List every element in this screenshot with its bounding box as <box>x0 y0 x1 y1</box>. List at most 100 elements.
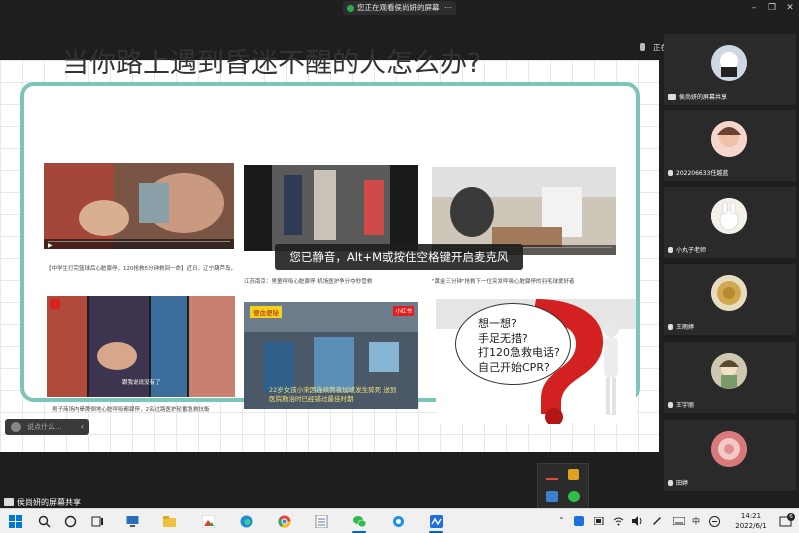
caption-1: 【中学生打完篮球后心脏骤停，120抢救5分钟救回一命】近日，辽宁葫芦岛，一名16… <box>46 266 234 272</box>
close-icon[interactable]: ✕ <box>783 2 797 14</box>
tray-overflow-popup <box>537 463 589 511</box>
minimize-icon[interactable]: – <box>747 2 761 14</box>
task-view-icon[interactable] <box>91 515 104 528</box>
play-icon[interactable]: ▶ <box>48 242 53 249</box>
avatar-image <box>711 353 747 389</box>
avatar <box>711 121 747 157</box>
system-clock[interactable]: 14:21 2022/6/1 <box>731 511 771 531</box>
title-bar: 您正在观看侯尚妍的屏幕 ⋯ – ❐ ✕ <box>0 0 799 16</box>
hospital-sign-overlay: 便血便秘 <box>250 306 282 318</box>
caption-3: "黄金三分钟"抢救下一位突发呼吸心脏骤停的羽毛球爱好者 <box>432 279 575 285</box>
bubble-line-2: 手足无措? <box>478 331 528 345</box>
volume-icon[interactable] <box>632 516 643 526</box>
badminton-cpr-photo <box>432 167 616 255</box>
video-thumbnail-3[interactable]: ▶ <box>432 167 616 255</box>
share-status-text: 您正在观看侯尚妍的屏幕 <box>357 3 440 12</box>
meeting-tray-icon[interactable] <box>546 491 558 502</box>
basketball-cpr-photo <box>44 163 234 249</box>
airport-rescue-photo <box>244 165 418 251</box>
qq-browser-icon[interactable] <box>392 515 405 528</box>
avatar <box>711 198 747 234</box>
participant-name: 202206633任越蓝 <box>668 168 728 177</box>
avatar <box>711 431 747 467</box>
participant-tile-2[interactable]: 202206633任越蓝 <box>664 110 796 181</box>
slide-title: 当你路上遇到昏迷不醒的人怎么办? <box>62 48 482 79</box>
sharer-label: 侯尚妍的屏幕共享 <box>4 497 81 508</box>
clock-time: 14:21 <box>740 512 762 520</box>
photo-app-icon[interactable] <box>202 515 215 528</box>
participant-tile-5[interactable]: 王宇丽 <box>664 342 796 413</box>
screen-share-icon <box>4 498 14 506</box>
app-tray-icon[interactable] <box>568 469 579 480</box>
mic-icon <box>668 324 673 330</box>
avatar <box>711 275 747 311</box>
meeting-tray-icon[interactable] <box>574 516 584 526</box>
bubble-line-3: 打120急救电话? <box>478 346 560 359</box>
avatar <box>711 45 747 81</box>
notification-center-icon[interactable]: 6 <box>779 513 795 528</box>
cortana-icon[interactable] <box>64 515 77 528</box>
participant-name: 田婷 <box>668 478 688 487</box>
video-thumbnail-1[interactable]: ▶ <box>44 163 234 249</box>
windows-start-icon[interactable] <box>9 515 22 528</box>
mic-icon <box>668 247 673 253</box>
mute-notification: 您已静音，Alt+M或按住空格键开启麦克风 <box>275 244 523 270</box>
collapse-chevron-icon[interactable]: ‹ <box>81 419 84 435</box>
wechat-icon[interactable] <box>353 515 366 528</box>
bubble-line-1: 想一想? <box>478 317 517 330</box>
video-subtitle-overlay: 22岁女孩小宋因连续熬夜加班发生猝死 送到医院救治时已经错过最佳时期 <box>269 386 397 403</box>
corner-tag-overlay: 小红书 <box>393 306 414 316</box>
ime-mode-icon[interactable] <box>709 516 720 527</box>
avatar-image <box>711 121 747 157</box>
search-icon[interactable] <box>38 515 51 528</box>
chat-input[interactable]: 说点什么... ‹ <box>5 419 89 435</box>
avatar <box>711 353 747 389</box>
participant-tile-4[interactable]: 王雨婷 <box>664 264 796 335</box>
participant-tile-6[interactable]: 田婷 <box>664 420 796 491</box>
share-status-icon <box>347 4 354 12</box>
pen-icon[interactable] <box>651 516 662 526</box>
share-status-pill[interactable]: 您正在观看侯尚妍的屏幕 ⋯ <box>343 1 456 15</box>
maximize-icon[interactable]: ❐ <box>765 2 779 14</box>
avatar-image <box>711 45 747 81</box>
mic-icon <box>668 402 673 408</box>
wifi-icon[interactable] <box>613 516 624 526</box>
thought-bubble-text: 想一想? 手足无措? 打120急救电话? 自己开始CPR? <box>478 317 560 375</box>
chat-icon <box>11 422 21 432</box>
chat-placeholder: 说点什么... <box>27 423 62 431</box>
document-app-icon[interactable] <box>315 515 328 528</box>
meeting-window: 您正在观看侯尚妍的屏幕 ⋯ – ❐ ✕ 当你路上遇到昏迷不醒的人怎么办? ▶ 【… <box>0 0 799 533</box>
edge-browser-icon[interactable] <box>240 515 253 528</box>
notification-count-badge: 6 <box>787 513 795 521</box>
caption-2: 江苏南京：男童呼吸心脏骤停 机场医护争分夺秒营救 <box>244 279 373 285</box>
battery-icon[interactable] <box>594 517 604 525</box>
avatar-image <box>711 275 747 311</box>
video-thumbnail-5[interactable]: 便血便秘 小红书 22岁女孩小宋因连续熬夜加班发生猝死 送到医院救治时已经错过最… <box>244 302 418 409</box>
participant-name: 王雨婷 <box>668 322 694 331</box>
participant-tile-3[interactable]: 小丸子老师 <box>664 187 796 258</box>
file-explorer-icon[interactable] <box>163 515 176 528</box>
mic-icon <box>668 480 673 486</box>
windows-taskbar: ⌃ 中 14:21 2022/6/1 6 <box>0 508 799 533</box>
more-options-icon[interactable]: ⋯ <box>444 1 452 15</box>
video-thumbnail-2[interactable] <box>244 165 418 251</box>
keyboard-icon[interactable] <box>673 517 685 525</box>
network-monitor-icon[interactable] <box>546 470 558 480</box>
video-thumbnail-4[interactable]: 跟我说说没有了 <box>47 296 235 397</box>
participant-name: 侯尚妍的屏幕共享 <box>668 92 727 101</box>
avatar-image <box>711 198 747 234</box>
caption-4: 男子商场内晕厥倒地心脏呼吸都骤停，2名过路医护轮番急救抗衡 <box>52 407 210 413</box>
desktop-icon[interactable] <box>126 515 139 528</box>
participant-tile-1[interactable]: 侯尚妍的屏幕共享 <box>664 34 796 105</box>
wechat-tray-icon[interactable] <box>568 491 580 502</box>
avatar-image <box>711 431 747 467</box>
sharer-name: 侯尚妍的屏幕共享 <box>17 498 81 507</box>
corner-badge-icon <box>50 299 60 309</box>
chrome-browser-icon[interactable] <box>278 515 291 528</box>
participant-name: 小丸子老师 <box>668 245 706 254</box>
tencent-meeting-icon[interactable] <box>430 515 443 528</box>
ime-indicator[interactable]: 中 <box>692 516 700 527</box>
tray-overflow-chevron-icon[interactable]: ⌃ <box>558 516 565 525</box>
video-controls[interactable]: ▶ <box>44 239 234 249</box>
screen-share-icon <box>668 94 676 100</box>
